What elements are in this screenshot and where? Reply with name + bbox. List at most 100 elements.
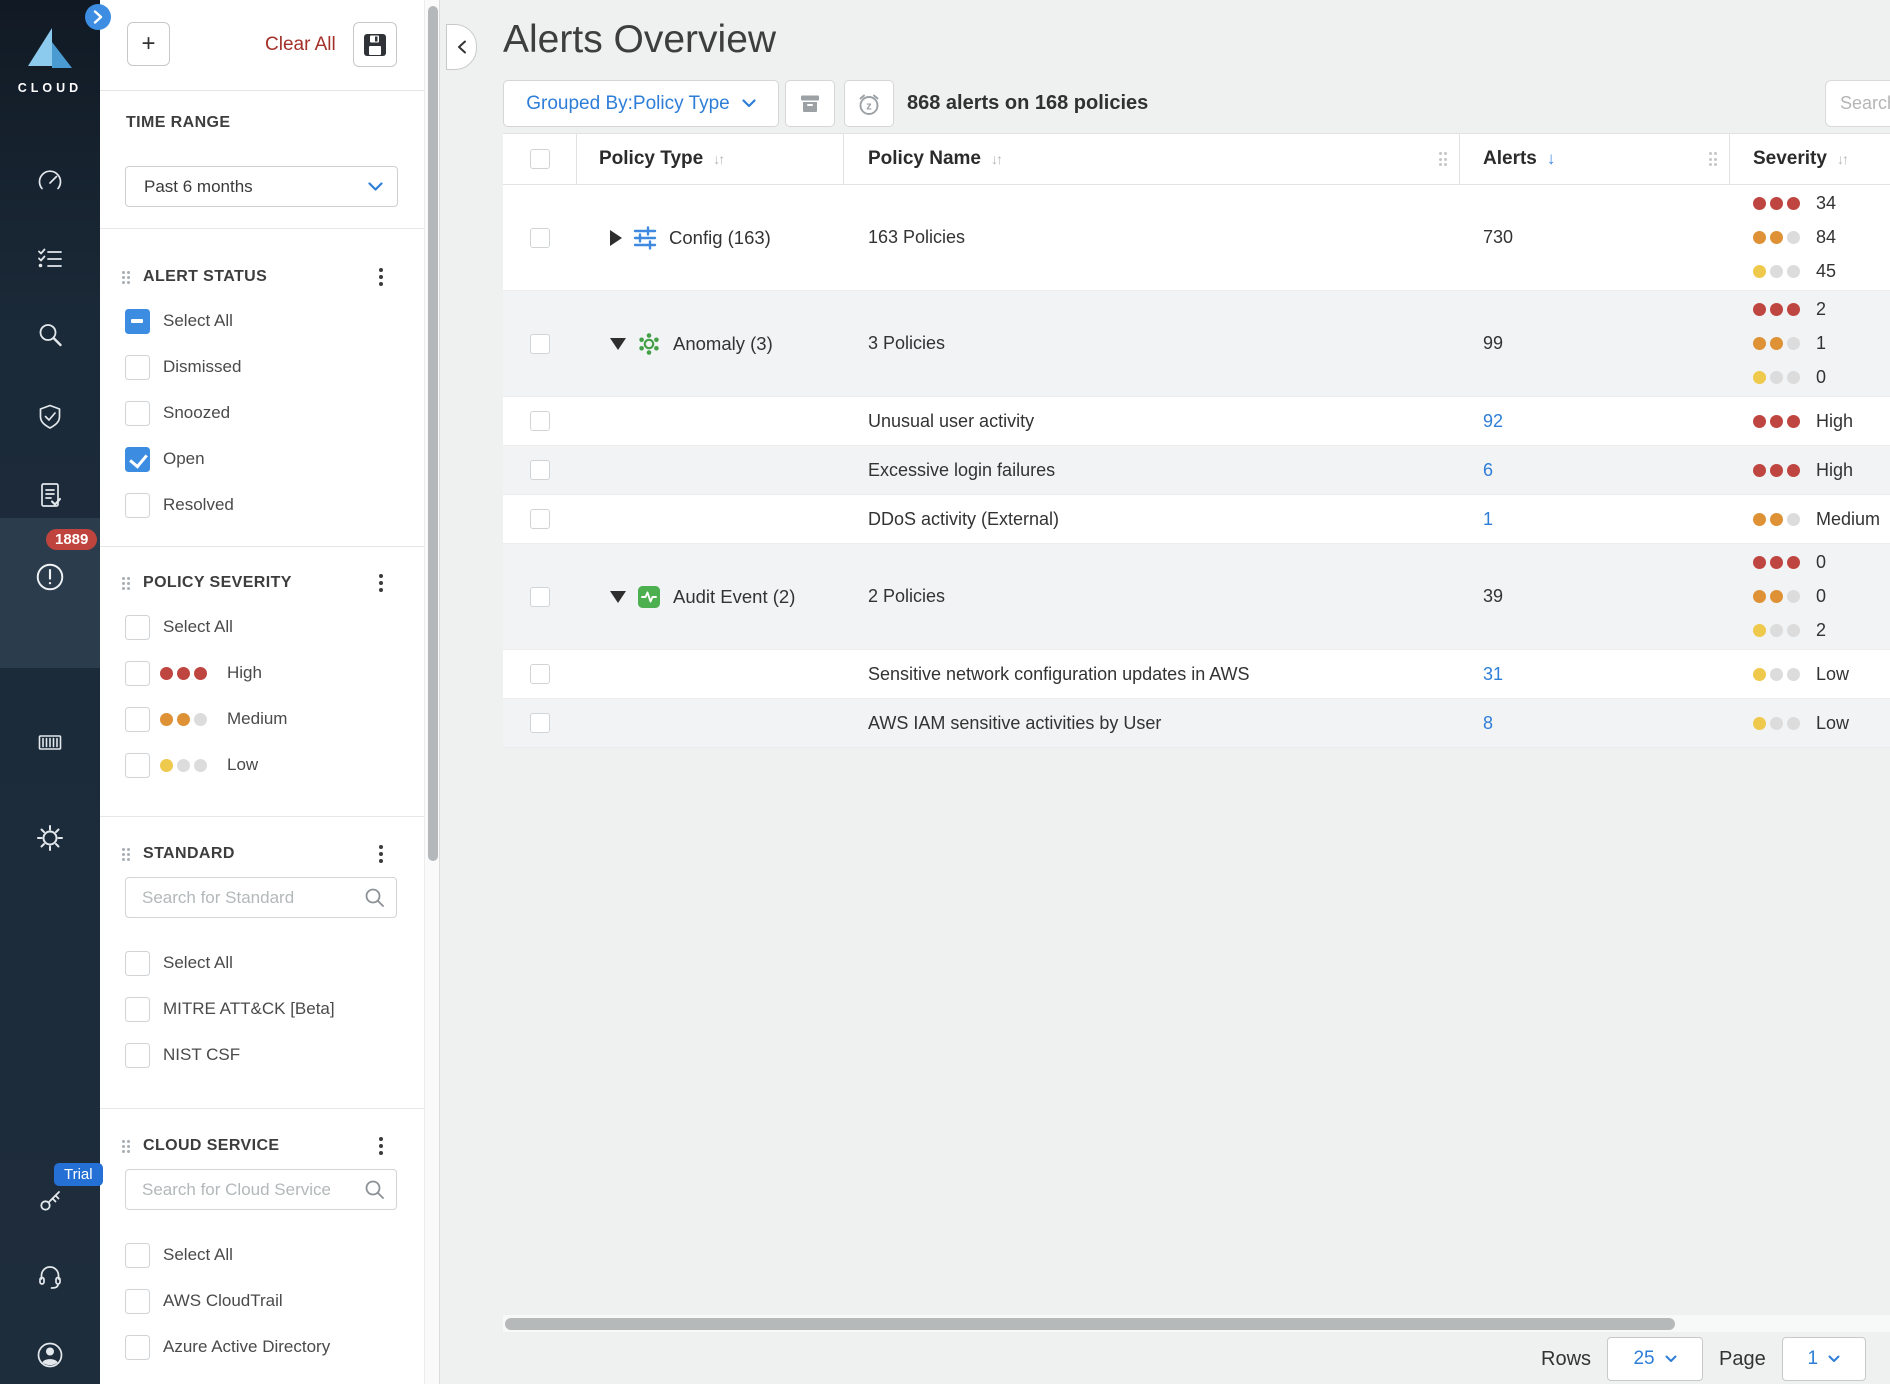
filter-checkbox[interactable] bbox=[125, 661, 150, 686]
sidebar-item-dashboard[interactable] bbox=[0, 166, 100, 196]
save-filter-button[interactable] bbox=[353, 22, 397, 67]
column-drag-handle[interactable] bbox=[1709, 152, 1718, 166]
row-checkbox[interactable] bbox=[530, 509, 550, 529]
alert-count-link[interactable]: 8 bbox=[1483, 713, 1493, 734]
section-menu-kebab-icon[interactable] bbox=[379, 845, 383, 863]
filter-option[interactable]: AWS CloudTrail bbox=[122, 1278, 397, 1324]
section-menu-kebab-icon[interactable] bbox=[379, 1137, 383, 1155]
severity-line: High bbox=[1753, 453, 1853, 487]
severity-count: 84 bbox=[1816, 227, 1836, 248]
severity-dots-high bbox=[1753, 464, 1800, 477]
app-sidebar: CLOUD 1889 bbox=[0, 0, 100, 1384]
grouped-by-dropdown[interactable]: Grouped By:Policy Type bbox=[503, 80, 779, 127]
collapse-filters-button[interactable] bbox=[446, 24, 477, 70]
filter-checkbox[interactable] bbox=[125, 447, 150, 472]
section-menu-kebab-icon[interactable] bbox=[379, 574, 383, 592]
filter-option[interactable]: Snoozed bbox=[122, 390, 397, 436]
clear-all-filters-button[interactable]: Clear All bbox=[265, 34, 336, 56]
expand-group-icon[interactable] bbox=[610, 230, 622, 246]
filter-option[interactable]: Open bbox=[122, 436, 397, 482]
filter-option[interactable]: Select All bbox=[122, 298, 397, 344]
drag-handle-icon[interactable] bbox=[122, 1140, 130, 1153]
filter-search-input[interactable] bbox=[125, 1169, 397, 1210]
row-checkbox[interactable] bbox=[530, 411, 550, 431]
row-checkbox[interactable] bbox=[530, 228, 550, 248]
drag-handle-icon[interactable] bbox=[122, 271, 130, 284]
filter-option[interactable]: Select All bbox=[122, 1232, 397, 1278]
table-search-input[interactable] bbox=[1825, 80, 1890, 127]
sidebar-expander-button[interactable] bbox=[85, 4, 111, 30]
alert-count-link[interactable]: 1 bbox=[1483, 509, 1493, 530]
filter-checkbox[interactable] bbox=[125, 493, 150, 518]
sidebar-item-alerts[interactable] bbox=[0, 561, 100, 593]
alert-count-link[interactable]: 92 bbox=[1483, 411, 1503, 432]
time-range-select[interactable]: Past 6 months bbox=[125, 166, 398, 207]
filter-checkbox[interactable] bbox=[125, 1243, 150, 1268]
filter-checkbox[interactable] bbox=[125, 1335, 150, 1360]
filter-checkbox[interactable] bbox=[125, 309, 150, 334]
rows-per-page-select[interactable]: 25 bbox=[1607, 1337, 1703, 1381]
sidebar-item-containers[interactable] bbox=[0, 727, 100, 757]
filter-checkbox[interactable] bbox=[125, 1289, 150, 1314]
row-checkbox[interactable] bbox=[530, 460, 550, 480]
dismiss-alerts-button[interactable] bbox=[785, 80, 835, 127]
policy-row: DDoS activity (External)1Medium bbox=[503, 495, 1890, 544]
filter-checkbox[interactable] bbox=[125, 951, 150, 976]
snooze-alerts-button[interactable]: z bbox=[844, 80, 894, 127]
drag-handle-icon[interactable] bbox=[122, 848, 130, 861]
select-all-cell bbox=[503, 134, 577, 184]
sidebar-item-support[interactable] bbox=[0, 1261, 100, 1291]
page-select[interactable]: 1 bbox=[1782, 1337, 1866, 1381]
column-drag-handle[interactable] bbox=[1439, 152, 1448, 166]
filter-option[interactable]: Medium bbox=[122, 696, 397, 742]
sidebar-item-policies[interactable] bbox=[0, 243, 100, 273]
collapse-group-icon[interactable] bbox=[610, 591, 626, 603]
filter-checkbox[interactable] bbox=[125, 615, 150, 640]
filter-checkbox[interactable] bbox=[125, 707, 150, 732]
sidebar-item-investigate[interactable] bbox=[0, 320, 100, 350]
scrollbar-thumb[interactable] bbox=[428, 6, 438, 861]
select-all-checkbox[interactable] bbox=[530, 149, 550, 169]
severity-dots-low bbox=[160, 759, 215, 772]
filter-option[interactable]: Azure Active Directory bbox=[122, 1324, 397, 1370]
filter-option[interactable]: Select All bbox=[122, 604, 397, 650]
sort-icon[interactable]: ↓↑ bbox=[713, 151, 723, 167]
filter-option[interactable]: Resolved bbox=[122, 482, 397, 528]
filter-checkbox[interactable] bbox=[125, 355, 150, 380]
drag-handle-icon[interactable] bbox=[122, 577, 130, 590]
sidebar-item-compliance[interactable] bbox=[0, 402, 100, 432]
horizontal-scrollbar[interactable] bbox=[503, 1315, 1890, 1332]
sort-icon[interactable]: ↓↑ bbox=[991, 151, 1001, 167]
add-filter-button[interactable]: + bbox=[127, 22, 170, 66]
filter-search-input[interactable] bbox=[125, 877, 397, 918]
filter-option[interactable]: NIST CSF bbox=[122, 1032, 397, 1078]
scrollbar-thumb[interactable] bbox=[505, 1318, 1675, 1330]
filter-option[interactable]: Dismissed bbox=[122, 344, 397, 390]
filter-checkbox[interactable] bbox=[125, 401, 150, 426]
filter-checkbox[interactable] bbox=[125, 1043, 150, 1068]
sidebar-item-access-keys[interactable] bbox=[0, 1186, 100, 1216]
sort-icon[interactable]: ↓↑ bbox=[1837, 151, 1847, 167]
filter-option[interactable]: Select All bbox=[122, 940, 397, 986]
severity-count: 2 bbox=[1816, 299, 1826, 320]
filter-checkbox[interactable] bbox=[125, 997, 150, 1022]
filter-option[interactable]: MITRE ATT&CK [Beta] bbox=[122, 986, 397, 1032]
row-checkbox[interactable] bbox=[530, 587, 550, 607]
severity-dots-medium bbox=[1753, 513, 1800, 526]
row-checkbox[interactable] bbox=[530, 664, 550, 684]
row-checkbox[interactable] bbox=[530, 713, 550, 733]
collapse-group-icon[interactable] bbox=[610, 338, 626, 350]
filter-option[interactable]: Low bbox=[122, 742, 397, 788]
sidebar-item-profile[interactable] bbox=[0, 1340, 100, 1370]
alert-count-link[interactable]: 6 bbox=[1483, 460, 1493, 481]
filter-option[interactable]: High bbox=[122, 650, 397, 696]
sort-descending-icon[interactable]: ↓ bbox=[1547, 149, 1556, 169]
alert-count-link[interactable]: 31 bbox=[1483, 664, 1503, 685]
chevron-down-icon bbox=[742, 99, 756, 108]
sidebar-item-settings[interactable] bbox=[0, 823, 100, 853]
filter-checkbox[interactable] bbox=[125, 753, 150, 778]
sidebar-item-reports[interactable] bbox=[0, 480, 100, 510]
section-menu-kebab-icon[interactable] bbox=[379, 268, 383, 286]
row-checkbox[interactable] bbox=[530, 334, 550, 354]
filter-panel-scrollbar[interactable] bbox=[424, 0, 439, 1384]
